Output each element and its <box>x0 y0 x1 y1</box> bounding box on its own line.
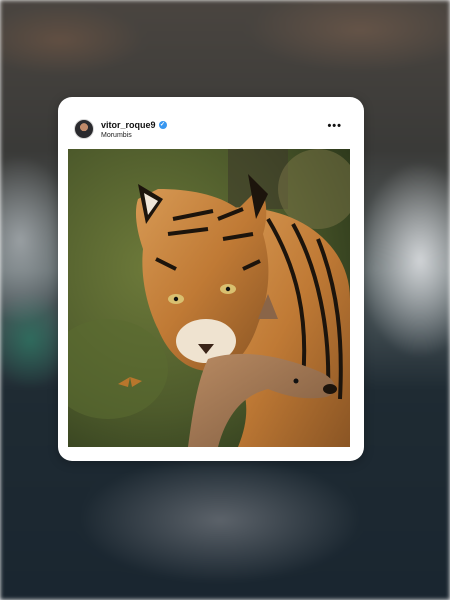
more-options-icon[interactable]: ••• <box>327 121 342 132</box>
username-text[interactable]: vitor_roque9 <box>101 120 156 130</box>
location-link[interactable]: Morumbis <box>101 132 132 139</box>
tiger-photo <box>68 149 350 447</box>
post-photo <box>68 149 350 447</box>
username[interactable]: vitor_roque9 ✓ <box>101 120 167 130</box>
verified-badge-icon: ✓ <box>158 121 167 129</box>
post-card: vitor_roque9 ✓ Morumbis ••• <box>58 97 364 461</box>
avatar[interactable] <box>74 119 94 139</box>
post-header: vitor_roque9 ✓ Morumbis ••• <box>58 97 364 147</box>
